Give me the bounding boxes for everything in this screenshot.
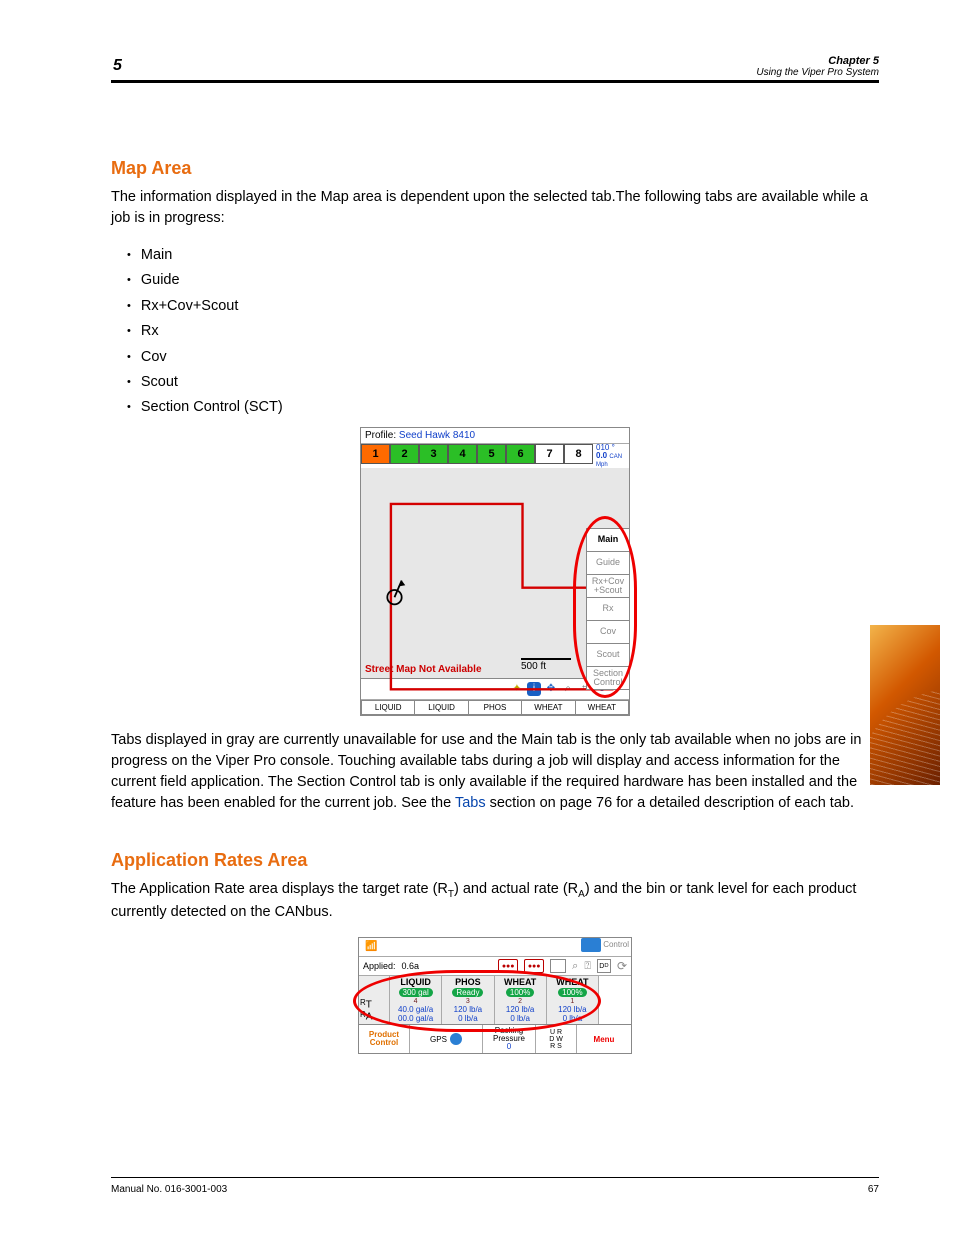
side-tab-rx[interactable]: Rx bbox=[586, 597, 630, 620]
side-tab-rxcovscout[interactable]: Rx+Cov +Scout bbox=[586, 574, 630, 597]
page-header: 5 Chapter 5 Using the Viper Pro System bbox=[111, 52, 879, 83]
section-indicator[interactable]: 4 bbox=[448, 444, 477, 464]
rate-column[interactable]: WHEAT 100% 2 120 lb/a 0 lb/a bbox=[494, 976, 546, 1024]
rate-column[interactable]: LIQUID 300 gal 4 40.0 gal/a 00.0 gal/a bbox=[389, 976, 441, 1024]
applied-label: Applied: bbox=[363, 961, 396, 971]
page-content: Map Area The information displayed in th… bbox=[111, 122, 879, 1054]
side-tab-guide[interactable]: Guide bbox=[586, 551, 630, 574]
map-footer-paragraph: Tabs displayed in gray are currently una… bbox=[111, 730, 879, 814]
rates-intro-paragraph: The Application Rate area displays the t… bbox=[111, 879, 879, 923]
map-intro-paragraph: The information displayed in the Map are… bbox=[111, 187, 879, 229]
dd-icon[interactable]: DD bbox=[597, 959, 611, 973]
tab-list-item: Section Control (SCT) bbox=[127, 395, 879, 420]
section-indicator[interactable]: 6 bbox=[506, 444, 535, 464]
help-icon[interactable]: ⍰ bbox=[584, 960, 591, 973]
rate-top-bar: 📶 Control bbox=[359, 938, 631, 957]
gps-status[interactable]: GPS bbox=[410, 1025, 483, 1053]
rate-bottom-row: Product Control GPS Packing Pressure 0 U… bbox=[359, 1025, 631, 1053]
decorative-side-art bbox=[870, 625, 940, 785]
rate-screenshot: 📶 Control Applied: 0.6a ●●● ●●● ⌕ ⍰ DD ⟳… bbox=[358, 937, 632, 1054]
chapter-line-1: Chapter 5 bbox=[756, 55, 879, 67]
refresh-icon[interactable]: ⟳ bbox=[617, 959, 627, 973]
tab-list-item: Main bbox=[127, 243, 879, 268]
footer-manual-no: Manual No. 016-3001-003 bbox=[111, 1184, 227, 1195]
gps-readout: 010 ° 0.0 CAN Mph bbox=[593, 444, 629, 468]
chapter-number: 5 bbox=[111, 57, 122, 75]
tab-list-item: Scout bbox=[127, 370, 879, 395]
profile-label: Profile: bbox=[365, 430, 396, 441]
subscript-A: A bbox=[578, 889, 585, 900]
section-indicator[interactable]: 1 bbox=[361, 444, 390, 464]
applied-value: 0.6a bbox=[402, 961, 420, 971]
menu-button[interactable]: Menu bbox=[577, 1025, 631, 1053]
tab-list-item: Guide bbox=[127, 268, 879, 293]
map-canvas[interactable]: Street Map Not Available 500 ft Main Gui… bbox=[361, 468, 629, 679]
packing-pressure[interactable]: Packing Pressure 0 bbox=[483, 1025, 536, 1053]
section-indicator[interactable]: 8 bbox=[564, 444, 593, 464]
section-title-map-area: Map Area bbox=[111, 158, 879, 179]
side-tab-cov[interactable]: Cov bbox=[586, 620, 630, 643]
profile-bar: Profile: Seed Hawk 8410 bbox=[361, 428, 629, 444]
section-indicator[interactable]: 2 bbox=[390, 444, 419, 464]
status-letters[interactable]: U R D W R S bbox=[536, 1025, 577, 1053]
street-map-msg: Street Map Not Available bbox=[365, 664, 482, 675]
zoom-icon[interactable]: ⌕ bbox=[572, 960, 578, 973]
section-status-row: 1 2 3 4 5 6 7 8 010 ° 0.0 CAN Mph bbox=[361, 444, 629, 468]
scale-bar: 500 ft bbox=[521, 658, 571, 672]
tab-list-item: Cov bbox=[127, 345, 879, 370]
control-label: Control bbox=[603, 940, 629, 949]
page-footer: Manual No. 016-3001-003 67 bbox=[111, 1177, 879, 1195]
rate-row-labels: RT RA bbox=[359, 976, 389, 1024]
map-screenshot: Profile: Seed Hawk 8410 1 2 3 4 5 6 7 8 … bbox=[360, 427, 630, 716]
status-icon[interactable] bbox=[550, 959, 566, 973]
product-control-button[interactable]: Product Control bbox=[359, 1025, 410, 1053]
conn-icon[interactable] bbox=[581, 938, 601, 952]
profile-name: Seed Hawk 8410 bbox=[399, 430, 475, 441]
chapter-title-block: Chapter 5 Using the Viper Pro System bbox=[756, 55, 879, 78]
footer-page-no: 67 bbox=[868, 1184, 879, 1195]
section-indicator[interactable]: 3 bbox=[419, 444, 448, 464]
gps-dot-icon bbox=[450, 1033, 462, 1045]
gps-speed: 0.0 bbox=[596, 451, 607, 460]
section-title-rates: Application Rates Area bbox=[111, 850, 879, 871]
rate-column[interactable]: PHOS Ready 3 120 lb/a 0 lb/a bbox=[441, 976, 493, 1024]
rate-column[interactable]: WHEAT 100% 1 120 lb/a 0 lb/a bbox=[546, 976, 598, 1024]
chapter-line-2: Using the Viper Pro System bbox=[756, 67, 879, 78]
tab-list-item: Rx+Cov+Scout bbox=[127, 294, 879, 319]
side-tab-main[interactable]: Main bbox=[586, 528, 630, 551]
status-icon[interactable]: ●●● bbox=[498, 959, 518, 973]
section-indicator[interactable]: 5 bbox=[477, 444, 506, 464]
side-tab-strip: Main Guide Rx+Cov +Scout Rx Cov Scout Se… bbox=[586, 528, 630, 690]
tab-list: Main Guide Rx+Cov+Scout Rx Cov Scout Sec… bbox=[127, 243, 879, 421]
side-tab-scout[interactable]: Scout bbox=[586, 643, 630, 666]
applied-row: Applied: 0.6a ●●● ●●● ⌕ ⍰ DD ⟳ bbox=[359, 957, 631, 976]
side-tab-sct[interactable]: Section Control bbox=[586, 666, 630, 690]
tab-list-item: Rx bbox=[127, 319, 879, 344]
section-indicator[interactable]: 7 bbox=[535, 444, 564, 464]
wifi-icon: 📶 bbox=[365, 941, 377, 952]
status-icon[interactable]: ●●● bbox=[524, 959, 544, 973]
tabs-link[interactable]: Tabs bbox=[455, 795, 486, 811]
rate-table[interactable]: RT RA LIQUID 300 gal 4 40.0 gal/a 00.0 g… bbox=[359, 976, 631, 1025]
